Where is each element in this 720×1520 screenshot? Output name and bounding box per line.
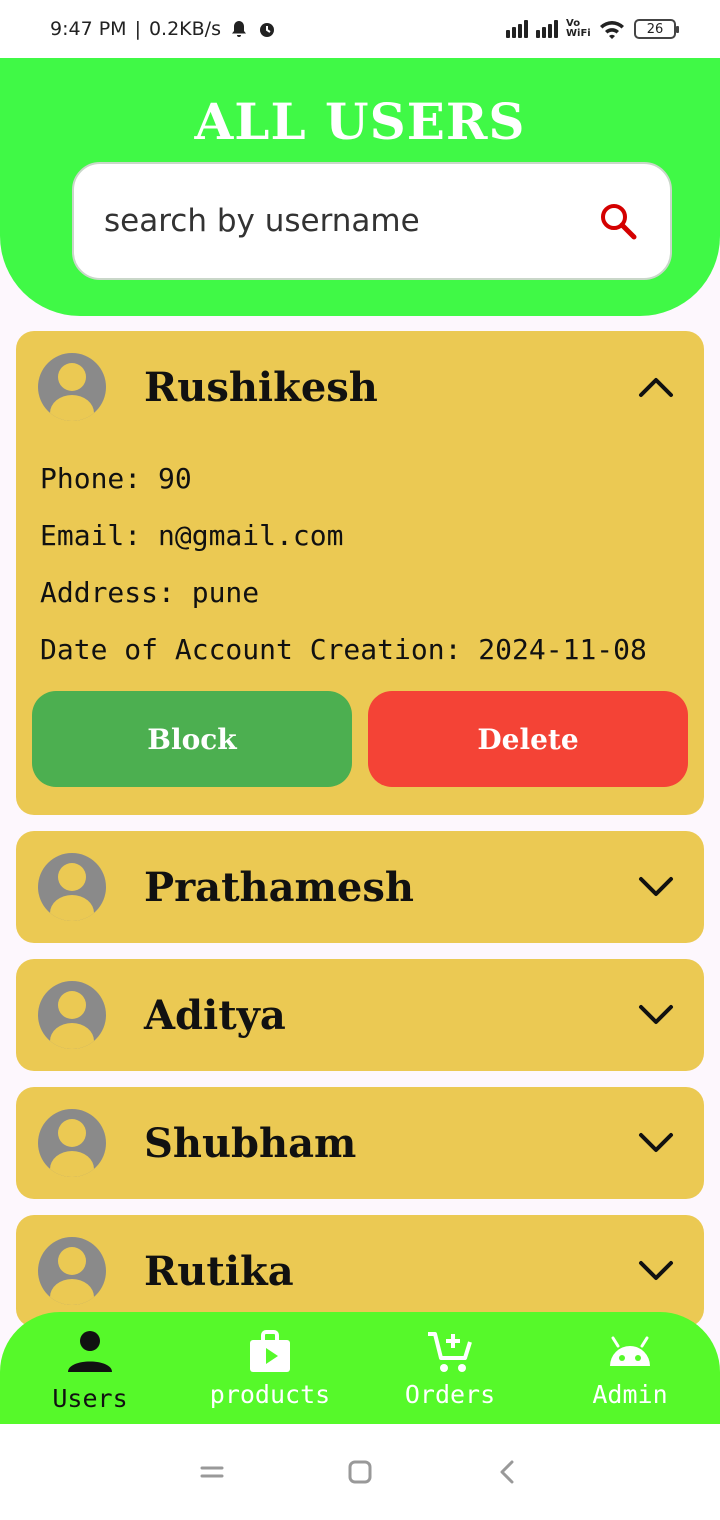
chevron-down-icon[interactable]	[638, 1004, 674, 1026]
search-icon[interactable]	[596, 199, 640, 243]
wifi-icon	[600, 21, 624, 39]
user-card-header[interactable]: Rutika	[16, 1215, 704, 1327]
chevron-down-icon[interactable]	[638, 876, 674, 898]
avatar-icon	[38, 981, 106, 1049]
block-button[interactable]: Block	[32, 691, 352, 787]
nav-item-orders[interactable]: Orders	[360, 1312, 540, 1424]
status-bar: 9:47 PM | 0.2KB/s Vo WiFi 26	[0, 0, 720, 58]
menu-icon[interactable]	[198, 1458, 226, 1486]
user-created-date: Date of Account Creation: 2024-11-08	[40, 633, 647, 666]
system-nav-bar	[0, 1424, 720, 1520]
user-details: Phone: 90 Email: n@gmail.com Address: pu…	[16, 443, 704, 687]
cart-add-icon	[428, 1332, 472, 1372]
status-right: Vo WiFi 26	[506, 18, 679, 39]
nav-item-admin[interactable]: Admin	[540, 1312, 720, 1424]
battery-icon: 26	[634, 19, 679, 39]
nav-label-products: products	[209, 1380, 331, 1409]
user-name: Prathamesh	[144, 863, 414, 911]
user-phone: Phone: 90	[40, 462, 192, 495]
net-speed: 0.2KB/s	[148, 18, 221, 40]
avatar-icon	[38, 1237, 106, 1305]
avatar-icon	[38, 353, 106, 421]
status-left: 9:47 PM | 0.2KB/s	[50, 18, 277, 40]
android-icon	[610, 1336, 650, 1366]
nav-item-users[interactable]: Users	[0, 1312, 180, 1424]
user-card-rutika[interactable]: Rutika	[16, 1215, 704, 1327]
user-card-shubham[interactable]: Shubham	[16, 1087, 704, 1199]
user-card-header[interactable]: Aditya	[16, 959, 704, 1071]
user-card-aditya[interactable]: Aditya	[16, 959, 704, 1071]
bottom-nav: Users products Orders Admin	[0, 1312, 720, 1424]
nav-label-admin: Admin	[592, 1380, 668, 1409]
user-name: Shubham	[144, 1119, 357, 1167]
nav-item-products[interactable]: products	[180, 1312, 360, 1424]
user-card-prathamesh[interactable]: Prathamesh	[16, 831, 704, 943]
chevron-down-icon[interactable]	[638, 1132, 674, 1154]
search-bar	[72, 162, 672, 280]
user-name: Rushikesh	[144, 363, 378, 411]
user-card-header[interactable]: Shubham	[16, 1087, 704, 1199]
signal-icon	[506, 20, 528, 38]
chevron-down-icon[interactable]	[638, 1260, 674, 1282]
home-icon[interactable]	[346, 1458, 374, 1486]
user-name: Rutika	[144, 1247, 294, 1295]
user-name: Aditya	[144, 991, 286, 1039]
nav-label-orders: Orders	[404, 1380, 496, 1409]
user-address: Address: pune	[40, 576, 260, 609]
status-time: 9:47 PM	[50, 18, 127, 40]
person-icon	[68, 1331, 112, 1372]
user-email: Email: n@gmail.com	[40, 519, 344, 552]
nav-label-users: Users	[52, 1384, 128, 1413]
vowifi-label: Vo WiFi	[566, 18, 591, 39]
delete-button[interactable]: Delete	[368, 691, 688, 787]
chevron-up-icon[interactable]	[638, 376, 674, 398]
header: ALL USERS	[0, 58, 720, 316]
search-input[interactable]	[104, 203, 596, 239]
user-card-rushikesh: Rushikesh Phone: 90 Email: n@gmail.com A…	[16, 331, 704, 815]
bell-muted-icon	[231, 21, 246, 37]
play-bag-icon	[250, 1330, 290, 1372]
signal-icon-2	[536, 20, 558, 38]
avatar-icon	[38, 853, 106, 921]
avatar-icon	[38, 1109, 106, 1177]
user-card-header[interactable]: Rushikesh	[16, 331, 704, 443]
user-card-header[interactable]: Prathamesh	[16, 831, 704, 943]
alarm-icon	[259, 23, 274, 37]
user-actions: Block Delete	[16, 691, 704, 787]
page-title: ALL USERS	[194, 92, 526, 151]
back-icon[interactable]	[494, 1458, 522, 1486]
